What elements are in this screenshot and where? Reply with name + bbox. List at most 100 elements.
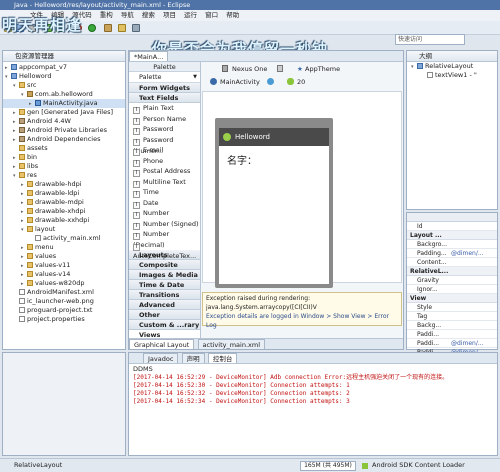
- menu-run[interactable]: 运行: [184, 11, 197, 19]
- outline-item[interactable]: ▾ RelativeLayout: [407, 62, 497, 71]
- outline-item[interactable]: textView1 - ": [407, 71, 497, 80]
- property-row[interactable]: Backgro...: [407, 240, 497, 249]
- tree-item[interactable]: ▸ Android Private Libraries: [3, 126, 125, 135]
- palette-category[interactable]: Advanced: [129, 300, 200, 310]
- tree-item[interactable]: ▸ values-v11: [3, 261, 125, 270]
- tree-item[interactable]: ▾ src: [3, 81, 125, 90]
- tree-item[interactable]: assets: [3, 144, 125, 153]
- theme-select[interactable]: AppTheme: [305, 63, 340, 75]
- palette-item[interactable]: I Person Name: [129, 114, 200, 125]
- tree-item[interactable]: ic_launcher-web.png: [3, 297, 125, 306]
- tree-item[interactable]: ▸ values-w820dp: [3, 279, 125, 288]
- tree-item[interactable]: proguard-project.txt: [3, 306, 125, 315]
- menu-navigate[interactable]: 导航: [121, 11, 134, 19]
- menu-project[interactable]: 项目: [163, 11, 176, 19]
- new-package-icon[interactable]: [104, 24, 112, 32]
- palette-item[interactable]: I E-mail: [129, 145, 200, 156]
- search-icon[interactable]: [132, 24, 140, 32]
- property-row[interactable]: Ignor...: [407, 285, 497, 294]
- quick-access-input[interactable]: 快速访问: [395, 34, 465, 45]
- palette-category[interactable]: Form Widgets: [129, 83, 200, 93]
- palette-item[interactable]: I Number (Decimal): [129, 229, 200, 249]
- palette-category[interactable]: Composite: [129, 260, 200, 270]
- tree-item[interactable]: ▸ drawable-ldpi: [3, 189, 125, 198]
- tree-item[interactable]: ▸ MainActivity.java: [3, 99, 125, 108]
- palette-select[interactable]: Palette ▼: [129, 72, 200, 83]
- tree-item[interactable]: ▸ libs: [3, 162, 125, 171]
- tree-item[interactable]: ▸ gen [Generated Java Files]: [3, 108, 125, 117]
- tree-item[interactable]: ▸ bin: [3, 153, 125, 162]
- palette-category[interactable]: Images & Media: [129, 270, 200, 280]
- property-row[interactable]: Gravity: [407, 276, 497, 285]
- property-value[interactable]: @dimen/...: [451, 339, 487, 348]
- tree-item[interactable]: AndroidManifest.xml: [3, 288, 125, 297]
- tab-console[interactable]: 控制台: [207, 353, 238, 363]
- property-category[interactable]: Layout ...: [407, 231, 497, 240]
- property-row[interactable]: Backg...: [407, 321, 497, 330]
- device-select[interactable]: Nexus One: [232, 63, 267, 75]
- orientation-icon[interactable]: [277, 65, 283, 72]
- tree-item[interactable]: ▸ Android 4.4W: [3, 117, 125, 126]
- palette-item[interactable]: I Multiline Text: [129, 177, 200, 188]
- property-row[interactable]: Tag: [407, 312, 497, 321]
- property-category[interactable]: RelativeL...: [407, 267, 497, 276]
- palette-item[interactable]: I Password: [129, 124, 200, 135]
- palette-item[interactable]: I Number (Signed): [129, 219, 200, 230]
- property-row[interactable]: Paddi... @dimen/...: [407, 339, 497, 348]
- tree-item[interactable]: ▸ values: [3, 252, 125, 261]
- palette-category[interactable]: Time & Date: [129, 280, 200, 290]
- palette-item[interactable]: I Plain Text: [129, 103, 200, 114]
- palette-item[interactable]: I Date: [129, 198, 200, 209]
- editor-tab-activity-main[interactable]: *MainA...: [129, 51, 169, 61]
- textview-name-label[interactable]: 名字：: [219, 146, 329, 173]
- property-category[interactable]: View: [407, 294, 497, 303]
- api-level-select[interactable]: 20: [297, 76, 305, 88]
- tree-item[interactable]: ▾ res: [3, 171, 125, 180]
- palette-item[interactable]: I Phone: [129, 156, 200, 167]
- menu-help[interactable]: 帮助: [226, 11, 239, 19]
- palette-item[interactable]: I Postal Address: [129, 166, 200, 177]
- tree-item[interactable]: ▸ values-v14: [3, 270, 125, 279]
- menu-search[interactable]: 搜索: [142, 11, 155, 19]
- property-row[interactable]: Padding... @dimen/...: [407, 249, 497, 258]
- tree-item[interactable]: activity_main.xml: [3, 234, 125, 243]
- property-row[interactable]: Id: [407, 222, 497, 231]
- tree-item[interactable]: ▸ appcompat_v7: [3, 63, 125, 72]
- property-row[interactable]: Style: [407, 303, 497, 312]
- left-bottom-area: [2, 352, 126, 456]
- tree-item[interactable]: ▸ drawable-hdpi: [3, 180, 125, 189]
- property-row[interactable]: Paddi...: [407, 330, 497, 339]
- palette-category[interactable]: Other: [129, 310, 200, 320]
- palette-item[interactable]: I Time: [129, 187, 200, 198]
- property-value[interactable]: @dimen/...: [451, 249, 487, 258]
- error-line[interactable]: Exception details are logged in Window >…: [206, 312, 398, 330]
- tab-graphical-layout[interactable]: Graphical Layout: [129, 339, 195, 349]
- activity-select[interactable]: MainActivity: [220, 76, 260, 88]
- tree-item[interactable]: ▸ drawable-xxhdpi: [3, 216, 125, 225]
- palette-category[interactable]: Custom & ...rary Views: [129, 320, 200, 339]
- property-key: Backg...: [417, 322, 442, 329]
- run-icon[interactable]: [88, 24, 96, 32]
- tree-item[interactable]: ▸ Android Dependencies: [3, 135, 125, 144]
- property-row[interactable]: Content...: [407, 258, 497, 267]
- tree-item[interactable]: ▾ Helloword: [3, 72, 125, 81]
- palette-category[interactable]: Transitions: [129, 290, 200, 300]
- tree-item[interactable]: ▸ menu: [3, 243, 125, 252]
- menu-refactor[interactable]: 重构: [100, 11, 113, 19]
- heap-status[interactable]: 165M (共 495M): [300, 461, 356, 471]
- tree-item[interactable]: ▸ drawable-mdpi: [3, 198, 125, 207]
- tree-item[interactable]: ▸ drawable-xhdpi: [3, 207, 125, 216]
- open-type-icon[interactable]: [118, 24, 126, 32]
- tree-item[interactable]: project.properties: [3, 315, 125, 324]
- palette-item[interactable]: I Number: [129, 208, 200, 219]
- tree-item[interactable]: ▾ com.ab.helloword: [3, 90, 125, 99]
- tab-xml-source[interactable]: activity_main.xml: [197, 339, 266, 349]
- locale-icon[interactable]: [267, 78, 274, 85]
- palette-category[interactable]: Text Fields: [129, 93, 200, 103]
- tab-declaration[interactable]: 声明: [181, 353, 205, 363]
- palette-item[interactable]: I Password (Numer...: [129, 135, 200, 155]
- menu-window[interactable]: 窗口: [205, 11, 218, 19]
- overlay-lyric-left: 明天再相逢: [2, 16, 83, 34]
- tab-javadoc[interactable]: Javadoc: [143, 353, 179, 363]
- tree-item[interactable]: ▾ layout: [3, 225, 125, 234]
